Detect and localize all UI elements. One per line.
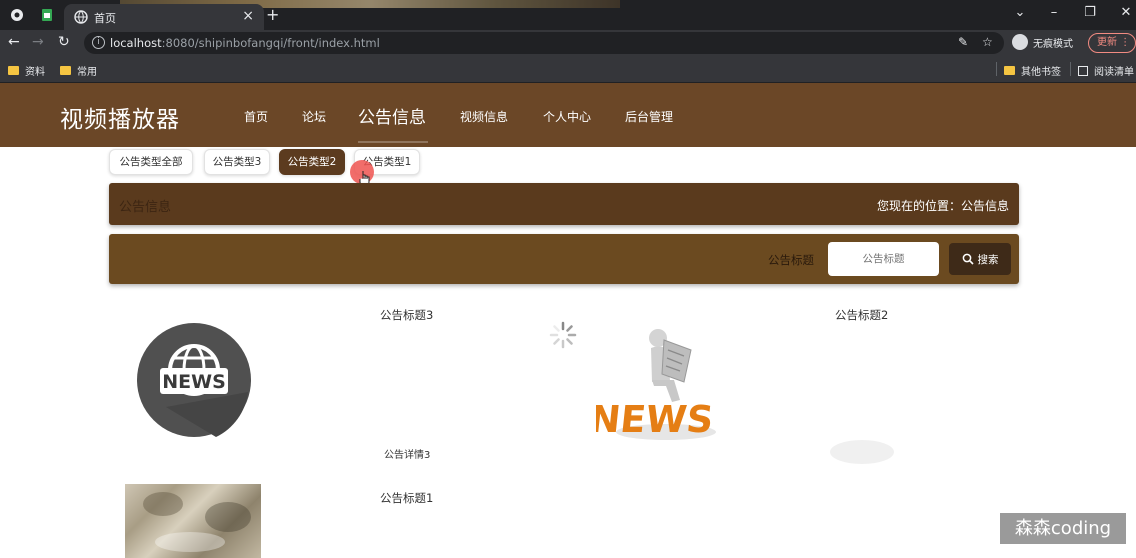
bookmarks-divider (996, 62, 997, 76)
search-button-label: 搜索 (977, 253, 999, 266)
tab-home[interactable]: 首页 × (64, 4, 264, 30)
search-input[interactable] (828, 242, 939, 276)
photo-blob (155, 532, 225, 552)
watermark: 森森coding (1000, 513, 1126, 544)
sheets-tab-icon[interactable] (40, 8, 54, 22)
photo-blob (143, 492, 183, 516)
item-title-2[interactable]: 公告标题2 (835, 307, 888, 323)
url-field[interactable]: i localhost:8080/shipinbofangqi/front/in… (84, 32, 1004, 54)
loading-spinner-icon (549, 321, 577, 349)
nav-forum[interactable]: 论坛 (302, 108, 326, 125)
address-bar: ← → ↻ i localhost:8080/shipinbofangqi/fr… (0, 30, 1136, 56)
globe-tab-icon (74, 10, 88, 24)
nav-videos[interactable]: 视频信息 (460, 108, 508, 125)
tab-search-chevron-icon[interactable]: ⌄ (1012, 5, 1028, 20)
bookmark-folder-ziliao[interactable]: 资料 (8, 63, 45, 78)
forward-icon[interactable]: → (32, 34, 44, 50)
close-window-icon[interactable]: ✕ (1118, 5, 1134, 20)
nav-home[interactable]: 首页 (244, 108, 268, 125)
minimize-icon[interactable]: – (1046, 5, 1062, 20)
newspaper-photo[interactable] (125, 484, 261, 558)
update-button[interactable]: 更新 ⋮ (1088, 33, 1136, 53)
site-info-icon[interactable]: i (92, 36, 105, 49)
incognito-profile[interactable]: 无痕模式 (1012, 34, 1073, 50)
news-3d-figure[interactable]: NEWS (596, 320, 722, 442)
tab-title: 首页 (94, 12, 116, 25)
search-panel: 公告标题 搜索 (109, 234, 1019, 284)
bookmark-star-icon[interactable]: ☆ (982, 35, 993, 49)
folder-icon (1004, 66, 1015, 75)
chrome-tab-icon[interactable] (10, 8, 24, 22)
bookmark-other[interactable]: 其他书签 (1004, 63, 1061, 78)
section-title: 公告信息 (119, 200, 172, 215)
breadcrumb-bar: 公告信息 您现在的位置：公告信息 (109, 183, 1019, 225)
svg-text:NEWS: NEWS (162, 371, 226, 393)
nav-active-indicator (358, 141, 428, 143)
profile-label: 无痕模式 (1033, 38, 1073, 50)
item-title-3[interactable]: 公告标题3 (380, 307, 433, 323)
site-header: 视频播放器 首页 论坛 公告信息 视频信息 个人中心 后台管理 (0, 83, 1136, 147)
new-tab-icon[interactable]: + (266, 5, 279, 24)
item-detail-3: 公告详情3 (384, 450, 431, 461)
extension-icon[interactable]: ✎ (958, 35, 968, 49)
search-button[interactable]: 搜索 (949, 243, 1011, 275)
nav-announcements[interactable]: 公告信息 (358, 103, 426, 128)
nav-admin[interactable]: 后台管理 (625, 108, 673, 125)
photo-blob (205, 502, 251, 532)
reading-list[interactable]: 阅读清单 (1078, 63, 1134, 78)
bookmark-folder-changyong[interactable]: 常用 (60, 63, 97, 78)
restore-icon[interactable]: ❐ (1082, 5, 1098, 20)
browser-tab-strip: 首页 × + ⌄ – ❐ ✕ (0, 0, 1136, 30)
back-icon[interactable]: ← (8, 34, 20, 50)
url-text: localhost:8080/shipinbofangqi/front/inde… (110, 36, 380, 50)
filter-all[interactable]: 公告类型全部 (109, 149, 193, 175)
tab-close-icon[interactable]: × (242, 8, 254, 24)
filter-type-3[interactable]: 公告类型3 (204, 149, 270, 175)
nav-profile[interactable]: 个人中心 (543, 108, 591, 125)
search-icon (962, 253, 974, 265)
image-shadow (830, 440, 894, 464)
news-globe-icon[interactable]: NEWS (136, 312, 252, 448)
bookmarks-bar: 资料 常用 其他书签 阅读清单 (0, 56, 1136, 83)
site-logo[interactable]: 视频播放器 (60, 100, 180, 134)
item-title-1[interactable]: 公告标题1 (380, 490, 433, 506)
filter-type-2[interactable]: 公告类型2 (279, 149, 345, 175)
incognito-icon (1012, 34, 1028, 50)
breadcrumb: 您现在的位置：公告信息 (876, 199, 1009, 213)
reading-list-icon (1078, 65, 1088, 76)
svg-text:NEWS: NEWS (596, 398, 715, 441)
folder-icon (60, 66, 71, 75)
folder-icon (8, 66, 19, 75)
reload-icon[interactable]: ↻ (58, 34, 70, 50)
search-label: 公告标题 (768, 253, 814, 267)
bookmarks-divider (1070, 62, 1071, 76)
